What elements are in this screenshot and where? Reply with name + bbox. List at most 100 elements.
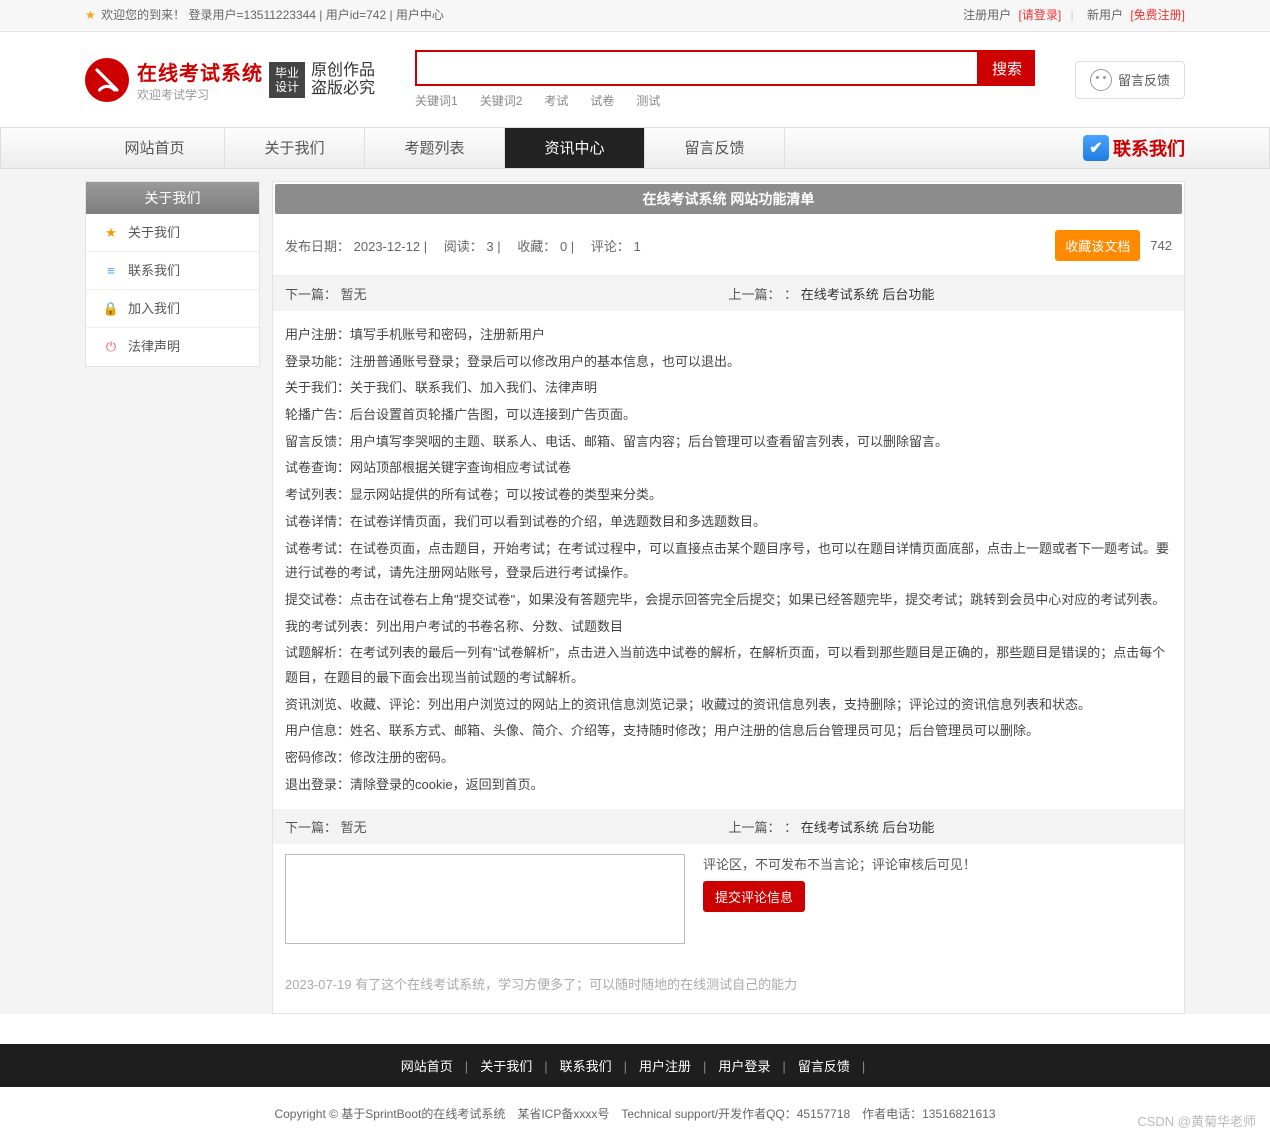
article-paragraph: 退出登录：清除登录的cookie，返回到首页。 — [285, 773, 1172, 798]
sidebar-heading: 关于我们 — [86, 182, 259, 214]
registered-user-label: 注册用户 — [963, 8, 1011, 22]
originality-text: 原创作品盗版必究 — [311, 62, 375, 98]
footer-link-4[interactable]: 用户登录 — [718, 1059, 770, 1074]
footer-link-2[interactable]: 联系我们 — [560, 1059, 612, 1074]
comment-area: 评论区，不可发布不当言论；评论审核后可见！ 提交评论信息 2023-07-19 … — [273, 844, 1184, 1013]
nav-item-3[interactable]: 资讯中心 — [505, 128, 645, 168]
topbar-right: 注册用户 [请登录] | 新用户 [免费注册] — [959, 0, 1185, 30]
article-paragraph: 轮播广告：后台设置首页轮播广告图，可以连接到广告页面。 — [285, 403, 1172, 428]
prev-next-bottom: 下一篇： 暂无 上一篇： ： 在线考试系统 后台功能 — [273, 809, 1184, 844]
article-paragraph: 试卷详情：在试卷详情页面，我们可以看到试卷的介绍，单选题数目和多选题数目。 — [285, 510, 1172, 535]
article-title: 在线考试系统 网站功能清单 — [275, 184, 1182, 214]
login-link[interactable]: [请登录] — [1018, 8, 1061, 22]
nav-item-0[interactable]: 网站首页 — [85, 128, 225, 168]
meta-date: 2023-12-12 — [354, 239, 421, 254]
article-paragraph: 试题解析：在考试列表的最后一列有"试卷解析"，点击进入当前选中试卷的解析，在解析… — [285, 641, 1172, 690]
next-article-value: 暂无 — [341, 287, 367, 302]
footer-link-5[interactable]: 留言反馈 — [798, 1059, 850, 1074]
footer-info: Copyright © 基于SprintBoot的在线考试系统 某省ICP备xx… — [0, 1087, 1270, 1140]
search-button[interactable]: 搜索 — [979, 50, 1035, 86]
article-paragraph: 用户信息：姓名、联系方式、邮箱、头像、简介、介绍等，支持随时修改；用户注册的信息… — [285, 719, 1172, 744]
prev-article-link[interactable]: 在线考试系统 后台功能 — [801, 287, 935, 302]
keyword-link[interactable]: 试卷 — [590, 94, 614, 108]
face-icon — [1090, 69, 1112, 91]
feedback-label: 留言反馈 — [1118, 70, 1170, 89]
meta-read-label: 阅读： — [444, 239, 483, 254]
star-icon: ★ — [104, 226, 118, 240]
search-input[interactable] — [415, 50, 979, 86]
prev-article-label: 上一篇： — [729, 287, 781, 302]
submit-comment-button[interactable]: 提交评论信息 — [703, 881, 805, 912]
copyright-text: Copyright © 基于SprintBoot的在线考试系统 某省ICP备xx… — [274, 1107, 995, 1121]
meta-date-label: 发布日期： — [285, 239, 350, 254]
sidebar-item-0[interactable]: ★ 关于我们 — [86, 214, 259, 252]
sidebar-item-1[interactable]: ≡ 联系我们 — [86, 252, 259, 290]
article-panel: 在线考试系统 网站功能清单 发布日期： 2023-12-12 | 阅读： 3 |… — [272, 181, 1185, 1014]
article-paragraph: 试卷查询：网站顶部根据关键字查询相应考试试卷 — [285, 456, 1172, 481]
footer-link-3[interactable]: 用户注册 — [639, 1059, 691, 1074]
nav-item-4[interactable]: 留言反馈 — [645, 128, 785, 168]
article-paragraph: 考试列表：显示网站提供的所有试卷；可以按试卷的类型来分类。 — [285, 483, 1172, 508]
footer-link-0[interactable]: 网站首页 — [401, 1059, 453, 1074]
meta-fav-label: 收藏： — [517, 239, 556, 254]
meta-comment: 1 — [633, 239, 640, 254]
free-register-link[interactable]: [免费注册] — [1130, 8, 1185, 22]
article-paragraph: 资讯浏览、收藏、评论：列出用户浏览过的网站上的资讯信息浏览记录；收藏过的资讯信息… — [285, 693, 1172, 718]
site-title: 在线考试系统 — [137, 57, 263, 86]
power-icon: ⏻ — [104, 340, 118, 354]
article-paragraph: 用户注册：填写手机账号和密码，注册新用户 — [285, 323, 1172, 348]
article-paragraph: 提交试卷：点击在试卷右上角"提交试卷"，如果没有答题完毕，会提示回答完全后提交；… — [285, 588, 1172, 613]
comment-history: 2023-07-19 有了这个在线考试系统，学习方便多了；可以随时随地的在线测试… — [285, 974, 1172, 993]
comment-note: 评论区，不可发布不当言论；评论审核后可见！ — [703, 854, 976, 873]
nav-item-1[interactable]: 关于我们 — [225, 128, 365, 168]
main-nav: 网站首页关于我们考题列表资讯中心留言反馈 ✔ 联系我们 — [0, 127, 1270, 169]
keyword-link[interactable]: 关键词2 — [480, 94, 523, 108]
sidebar-item-3[interactable]: ⏻ 法律声明 — [86, 328, 259, 366]
top-bar: ★ 欢迎您的到来！ 登录用户=13511223344 | 用户id=742 | … — [0, 0, 1270, 32]
article-paragraph: 试卷考试：在试卷页面，点击题目，开始考试；在考试过程中，可以直接点击某个题目序号… — [285, 537, 1172, 586]
lock-icon: 🔒 — [104, 302, 118, 316]
footer-link-1[interactable]: 关于我们 — [480, 1059, 532, 1074]
article-meta: 发布日期： 2023-12-12 | 阅读： 3 | 收藏： 0 | 评论： 1… — [273, 216, 1184, 276]
topbar-sep: | — [1071, 8, 1074, 22]
logo-block[interactable]: 在线考试系统 欢迎考试学习 毕业设计 原创作品盗版必究 — [85, 57, 415, 103]
contact-us-link[interactable]: ✔ 联系我们 — [1083, 128, 1185, 168]
meta-fav: 0 — [560, 239, 567, 254]
article-paragraph: 留言反馈：用户填写李哭咽的主题、联系人、电话、邮箱、留言内容；后台管理可以查看留… — [285, 430, 1172, 455]
keyword-link[interactable]: 考试 — [544, 94, 568, 108]
new-user-label: 新用户 — [1087, 8, 1123, 22]
watermark: CSDN @黄菊华老师 — [1137, 1111, 1256, 1130]
contact-us-label: 联系我们 — [1113, 135, 1185, 161]
article-paragraph: 关于我们：关于我们、联系我们、加入我们、法律声明 — [285, 376, 1172, 401]
meta-comment-label: 评论： — [591, 239, 630, 254]
nav-item-2[interactable]: 考题列表 — [365, 128, 505, 168]
header: 在线考试系统 欢迎考试学习 毕业设计 原创作品盗版必究 搜索 关键词1 关键词2 考… — [0, 32, 1270, 127]
sidebar-item-label: 法律声明 — [128, 328, 180, 366]
meta-read: 3 — [486, 239, 493, 254]
favorite-button[interactable]: 收藏该文档 — [1055, 230, 1140, 261]
check-icon: ✔ — [1083, 135, 1109, 161]
sidebar-item-label: 联系我们 — [128, 252, 180, 290]
main-area: 关于我们 ★ 关于我们 ≡ 联系我们 🔒 加入我们 ⏻ 法律声明 在线考试系统 网站功能清单 … — [0, 169, 1270, 1014]
comment-input[interactable] — [285, 854, 685, 944]
next-article-label: 下一篇： — [285, 287, 337, 302]
prev-next-top: 下一篇： 暂无 上一篇： ： 在线考试系统 后台功能 — [273, 276, 1184, 311]
prev-article-link-bottom[interactable]: 在线考试系统 后台功能 — [801, 820, 935, 835]
article-paragraph: 登录功能：注册普通账号登录；登录后可以修改用户的基本信息，也可以退出。 — [285, 350, 1172, 375]
feedback-button[interactable]: 留言反馈 — [1075, 61, 1185, 99]
star-icon: ★ — [85, 8, 96, 22]
sidebar-item-label: 加入我们 — [128, 290, 180, 328]
article-paragraph: 密码修改：修改注册的密码。 — [285, 746, 1172, 771]
logo-icon — [85, 58, 129, 102]
welcome-label[interactable]: 欢迎您的到来！ 登录用户=13511223344 | 用户id=742 | 用户… — [101, 8, 444, 22]
article-paragraph: 我的考试列表：列出用户考试的书卷名称、分数、试题数目 — [285, 615, 1172, 640]
list-icon: ≡ — [104, 264, 118, 278]
site-subtitle: 欢迎考试学习 — [137, 86, 263, 103]
keyword-row: 关键词1 关键词2 考试 试卷 测试 — [415, 92, 1035, 109]
sidebar-item-2[interactable]: 🔒 加入我们 — [86, 290, 259, 328]
graduation-badge: 毕业设计 — [269, 62, 305, 98]
sidebar-item-label: 关于我们 — [128, 214, 180, 252]
sidebar: 关于我们 ★ 关于我们 ≡ 联系我们 🔒 加入我们 ⏻ 法律声明 — [85, 181, 260, 367]
keyword-link[interactable]: 测试 — [636, 94, 660, 108]
keyword-link[interactable]: 关键词1 — [415, 94, 458, 108]
